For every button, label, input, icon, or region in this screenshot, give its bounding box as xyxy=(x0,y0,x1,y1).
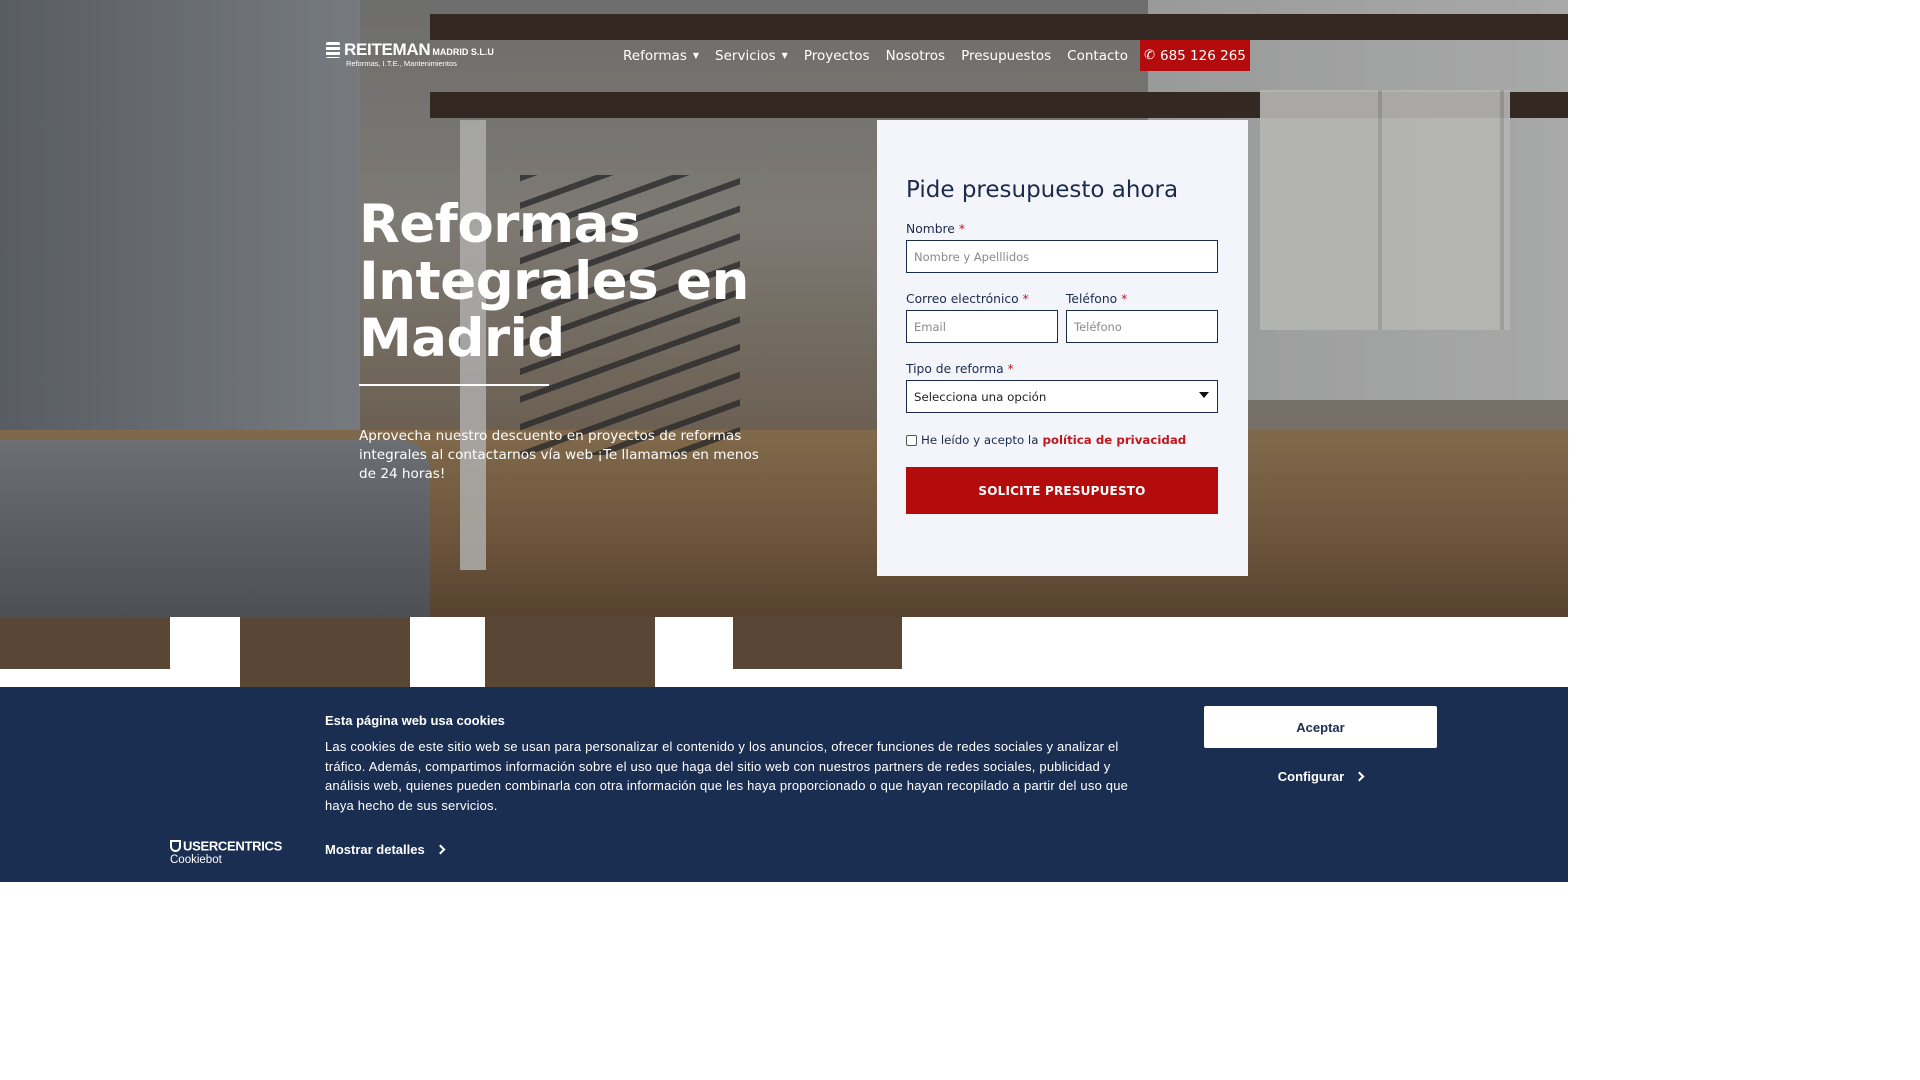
phone-label-text: Teléfono xyxy=(1066,292,1118,306)
chevron-right-icon xyxy=(435,844,446,855)
logo-suffix: MADRID S.L.U xyxy=(432,47,494,57)
site-logo[interactable]: REITEMAN MADRID S.L.U Reformas, I.T.E., M… xyxy=(326,40,494,68)
email-input[interactable] xyxy=(906,310,1058,343)
email-label-text: Correo electrónico xyxy=(906,292,1019,306)
nav-item-servicios[interactable]: Servicios ▼ xyxy=(707,48,796,64)
consent-text: He leído y acepto la xyxy=(921,433,1039,447)
nav-item-proyectos[interactable]: Proyectos xyxy=(796,48,878,64)
privacy-policy-link[interactable]: política de privacidad xyxy=(1042,433,1186,447)
nav-label: Reformas xyxy=(623,47,687,64)
show-details-label: Mostrar detalles xyxy=(325,842,425,857)
caret-down-icon: ▼ xyxy=(692,51,700,60)
shield-icon xyxy=(170,839,181,852)
hero-divider xyxy=(359,384,549,386)
caret-down-icon: ▼ xyxy=(781,51,788,60)
required-mark: * xyxy=(1022,292,1029,306)
hero-bottom-block xyxy=(485,617,655,687)
reform-type-label-text: Tipo de reforma xyxy=(906,362,1004,376)
logo-tagline: Reformas, I.T.E., Mantenimientos xyxy=(346,59,457,68)
cookie-title: Esta página web usa cookies xyxy=(325,713,505,728)
chevron-right-icon xyxy=(1354,771,1365,781)
required-mark: * xyxy=(958,222,966,236)
reform-type-select[interactable]: Selecciona una opción xyxy=(906,380,1218,413)
nav-item-reformas[interactable]: Reformas ▼ xyxy=(615,48,707,64)
logo-mark-icon xyxy=(326,42,340,58)
nav-label: Servicios xyxy=(715,47,776,64)
quote-form: Pide presupuesto ahora Nombre* Correo el… xyxy=(877,120,1248,576)
brand-bottom: Cookiebot xyxy=(170,854,222,866)
reform-type-label: Tipo de reforma * xyxy=(906,362,1014,376)
cookie-body: Las cookies de este sitio web se usan pa… xyxy=(325,739,1129,813)
configure-label: Configurar xyxy=(1277,768,1345,784)
phone-input[interactable] xyxy=(1066,310,1218,343)
nav-item-contacto[interactable]: Contacto xyxy=(1059,48,1136,64)
form-title: Pide presupuesto ahora xyxy=(906,177,1179,203)
brand-top: USERCENTRICS xyxy=(183,838,282,854)
cookie-banner: Esta página web usa cookies Las cookies … xyxy=(0,687,1568,882)
email-label: Correo electrónico * xyxy=(906,292,1029,306)
reform-type-value: Selecciona una opción xyxy=(914,389,1047,404)
submit-button[interactable]: SOLICITE PRESUPUESTO xyxy=(906,467,1218,514)
cookiebot-logo: USERCENTRICS Cookiebot xyxy=(170,837,282,866)
name-label: Nombre * xyxy=(906,222,965,236)
hero-bottom-block xyxy=(0,617,170,669)
phone-label: Teléfono * xyxy=(1066,292,1127,306)
phone-button[interactable]: ✆ 685 126 265 xyxy=(1140,40,1250,71)
nav-item-nosotros[interactable]: Nosotros xyxy=(878,48,954,64)
nav-item-presupuestos[interactable]: Presupuestos xyxy=(953,48,1059,64)
phone-icon: ✆ xyxy=(1144,48,1155,63)
required-mark: * xyxy=(1121,292,1128,306)
privacy-checkbox[interactable] xyxy=(906,434,917,446)
hero-title: Reformas Integrales en Madrid xyxy=(359,194,749,369)
accept-cookies-button[interactable]: Aceptar xyxy=(1204,706,1437,748)
required-mark: * xyxy=(1007,362,1014,376)
caret-down-icon xyxy=(1199,392,1209,398)
hero-bottom-block xyxy=(240,617,410,687)
name-input[interactable] xyxy=(906,240,1218,273)
main-nav: Reformas ▼ Servicios ▼ Proyectos Nosotro… xyxy=(615,40,1136,71)
configure-cookies-button[interactable]: Configurar xyxy=(1204,765,1437,787)
logo-name: REITEMAN xyxy=(344,40,431,59)
phone-number: 685 126 265 xyxy=(1160,47,1246,64)
name-label-text: Nombre xyxy=(906,222,955,236)
hero-subtitle: Aprovecha nuestro descuento en proyectos… xyxy=(359,428,759,482)
show-details-link[interactable]: Mostrar detalles xyxy=(325,842,446,857)
hero-bottom-block xyxy=(733,617,902,669)
privacy-consent: He leído y acepto la política de privaci… xyxy=(906,433,1186,447)
